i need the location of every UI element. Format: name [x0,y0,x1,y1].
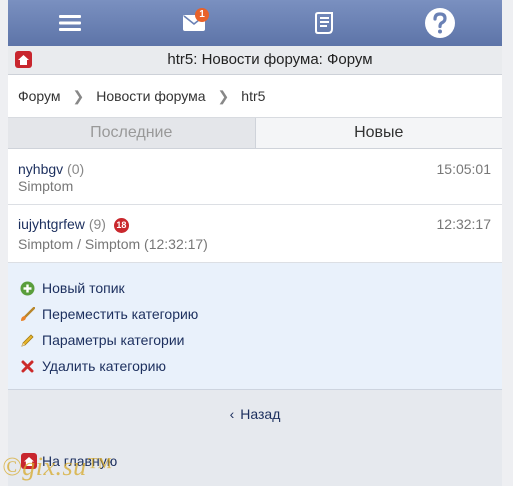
hamburger-icon [59,15,81,31]
chevron-right-icon: ❯ [217,87,230,104]
home-button[interactable] [15,51,32,68]
new-topic-label[interactable]: Новый топик [42,280,125,296]
category-params-link[interactable]: Параметры категории [19,330,184,350]
cross-icon [19,358,35,374]
topic-title-link[interactable]: iujyhtgrfew (9) 18 [18,216,129,233]
topic-time: 12:32:17 [436,216,492,232]
list-item[interactable]: nyhbgv (0) 15:05:01 Simptom [8,149,502,205]
help-button[interactable] [410,0,470,46]
move-category-label[interactable]: Переместить категорию [42,306,198,322]
home-link[interactable]: На главную [21,453,117,469]
topic-name[interactable]: nyhbgv [18,161,63,177]
pencil-icon [19,332,35,348]
house-icon [18,54,29,65]
house-icon [21,453,37,469]
topic-name[interactable]: iujyhtgrfew [18,216,85,232]
new-topic-link[interactable]: Новый топик [19,278,125,298]
topic-count: (9) [88,216,106,232]
plus-circle-icon [19,280,35,296]
move-category-link[interactable]: Переместить категорию [19,304,198,324]
topic-title-link[interactable]: nyhbgv (0) [18,161,84,177]
category-params-label[interactable]: Параметры категории [42,332,184,348]
breadcrumb-item-forum-news[interactable]: Новости форума [86,88,205,104]
topic-time: 15:05:01 [436,161,492,177]
page: 1 htr5: Новости форума: Форум Форум ❯ Но… [0,0,513,486]
title-bar: htr5: Новости форума: Форум [8,46,502,75]
breadcrumb-item-current[interactable]: htr5 [231,88,265,104]
new-posts-badge: 18 [113,218,129,233]
page-title: htr5: Новости форума: Форум [167,51,373,68]
document-icon [315,12,333,34]
mail-count-badge: 1 [195,8,209,22]
list-item[interactable]: iujyhtgrfew (9) 18 12:32:17 Simptom / Si… [8,205,502,263]
top-toolbar: 1 [8,0,502,47]
home-label[interactable]: На главную [42,453,117,469]
chevron-right-icon: ❯ [72,87,85,104]
menu-button[interactable] [40,0,100,46]
chevron-left-icon: ‹ [229,406,235,422]
messages-button[interactable]: 1 [164,0,224,46]
tab-bar: Последние Новые [8,118,502,149]
topic-author: Simptom [18,178,74,194]
back-label[interactable]: Назад [240,406,280,422]
question-icon [425,8,455,38]
notes-button[interactable] [295,0,355,46]
tab-new[interactable]: Новые [255,118,502,148]
delete-category-label[interactable]: Удалить категорию [42,358,166,374]
back-link[interactable]: ‹ Назад [8,400,502,428]
tab-latest[interactable]: Последние [8,118,256,148]
breadcrumb-item-forum[interactable]: Форум [8,88,61,104]
topic-author: Simptom / Simptom (12:32:17) [18,236,208,252]
delete-category-link[interactable]: Удалить категорию [19,356,166,376]
topic-count: (0) [67,161,85,177]
breadcrumb: Форум ❯ Новости форума ❯ htr5 [8,75,502,118]
category-actions: Новый топик Переместить категорию Параме… [8,263,502,390]
brush-icon [19,306,35,322]
